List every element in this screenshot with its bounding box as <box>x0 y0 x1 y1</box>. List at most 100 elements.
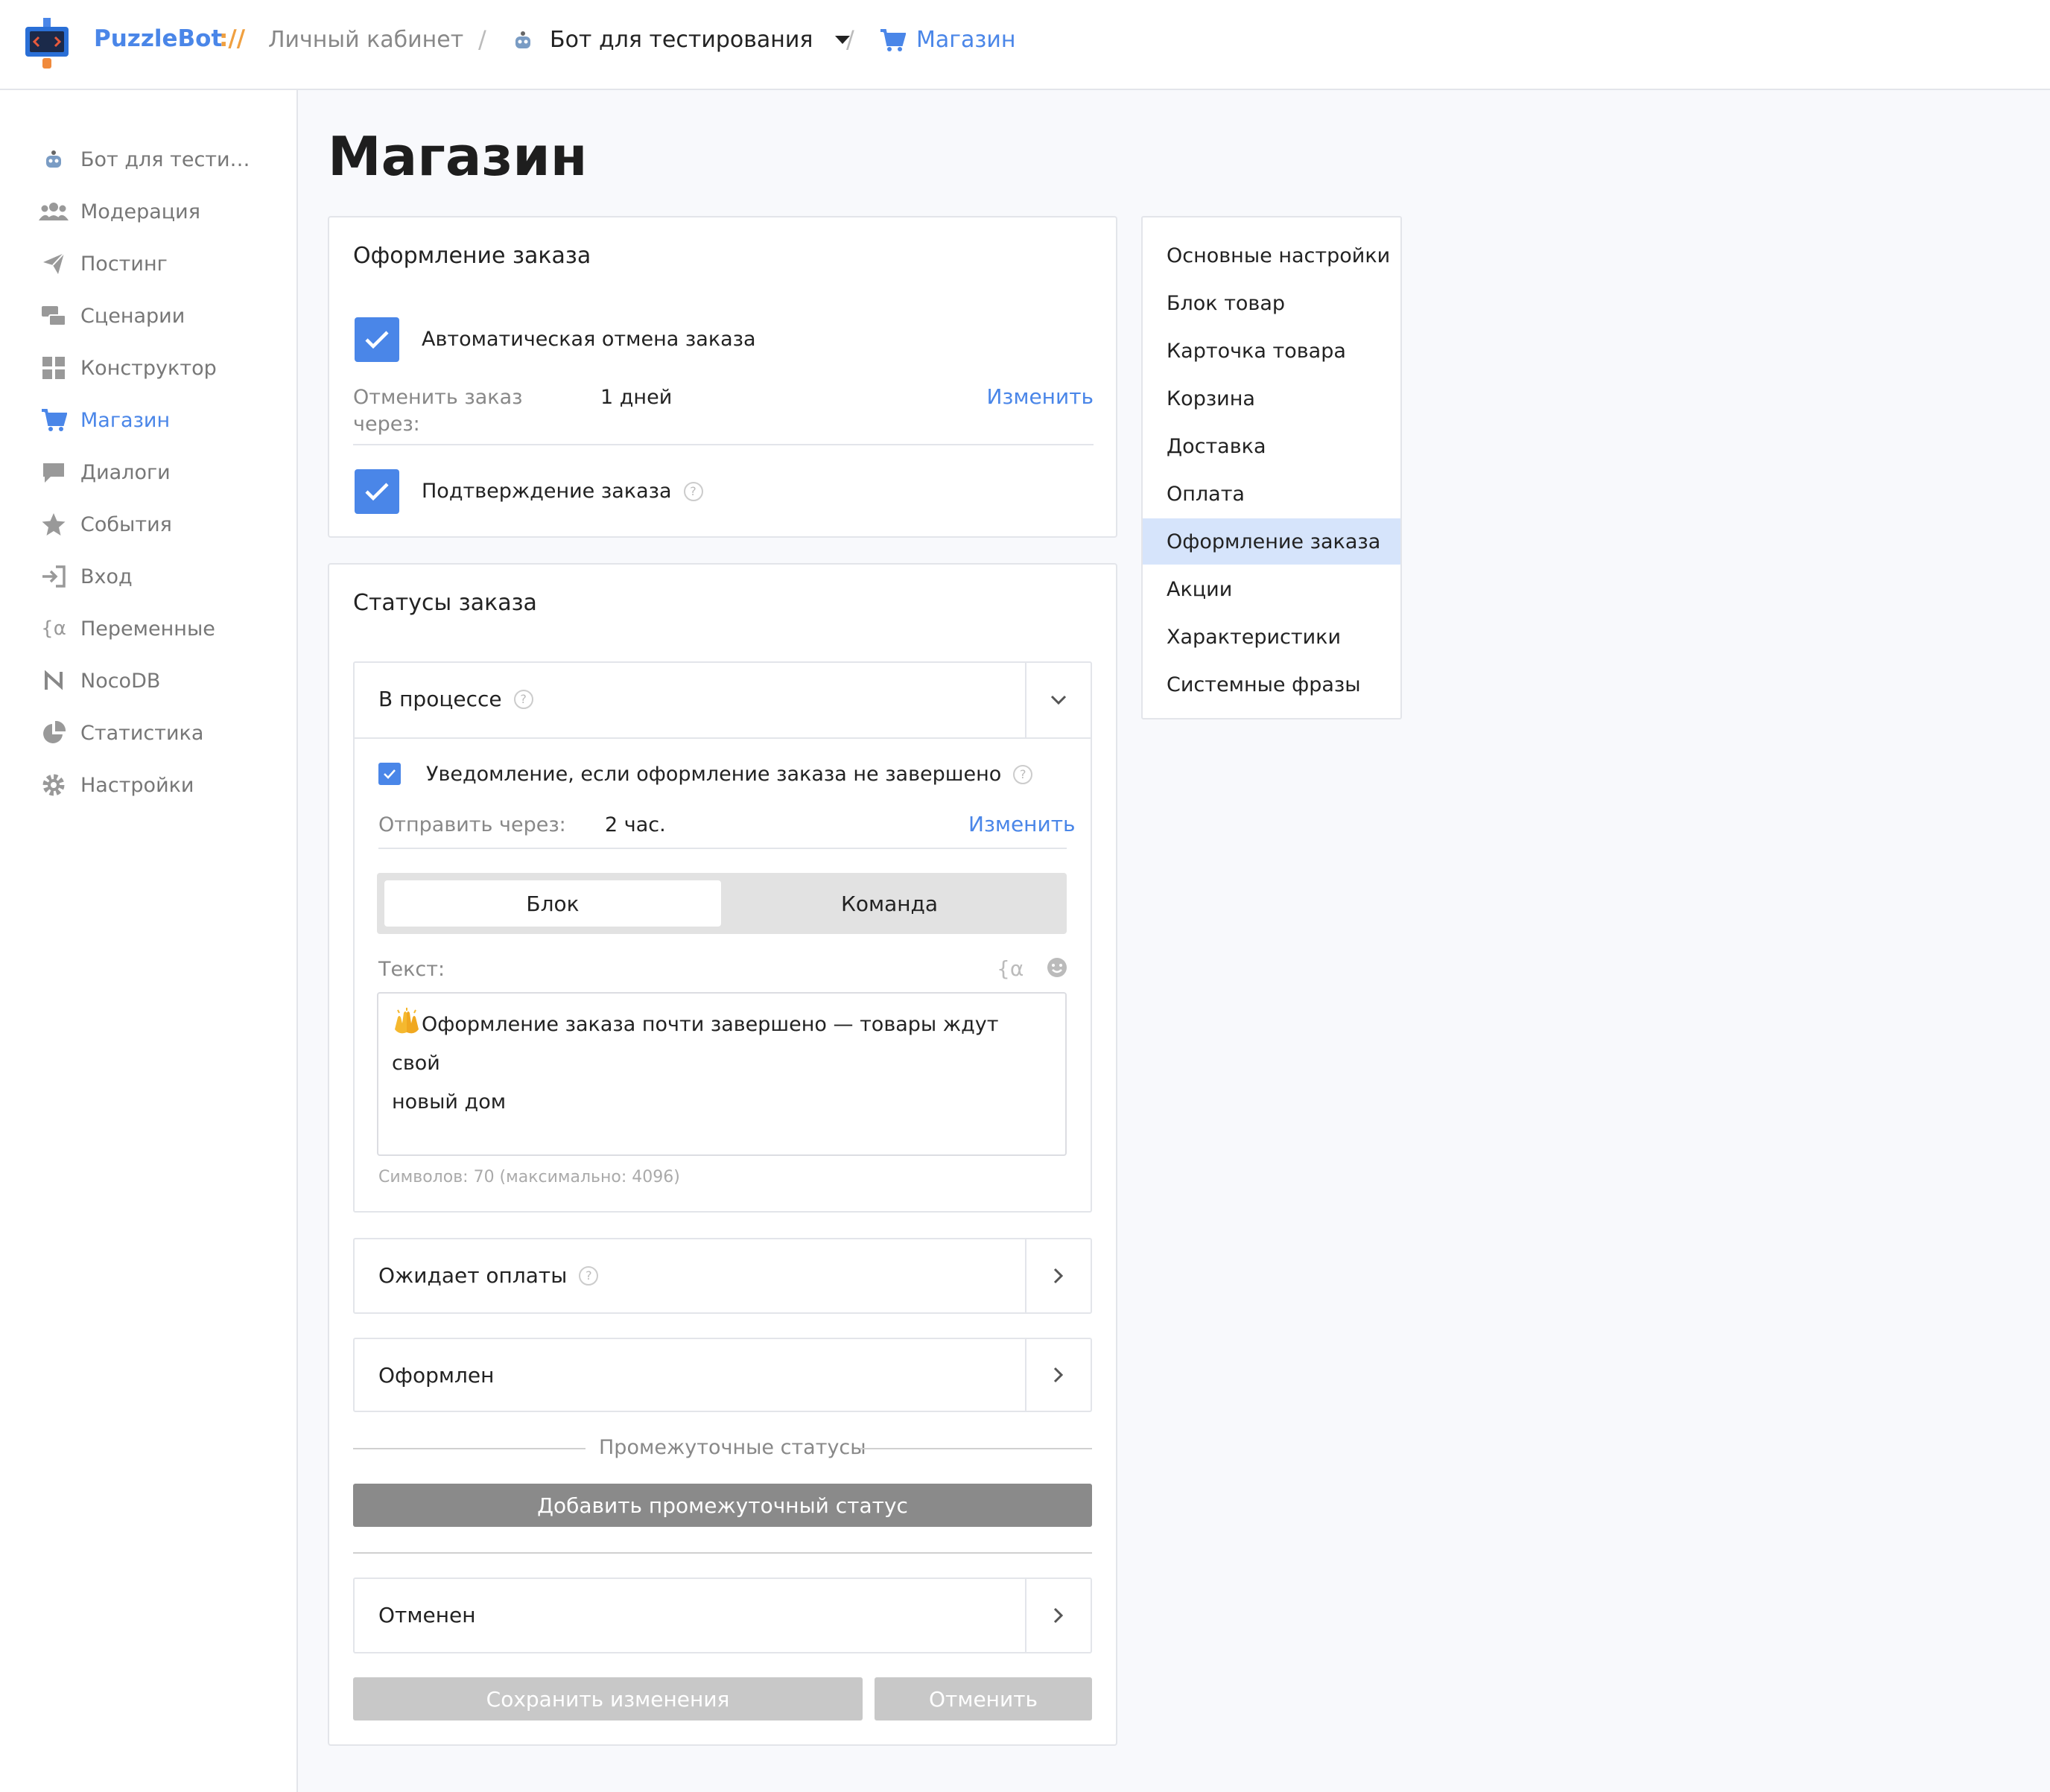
breadcrumb-bot-label: Бот для тестирования <box>550 27 813 53</box>
notify-checkbox[interactable] <box>378 763 401 785</box>
nocodb-icon <box>39 666 69 696</box>
breadcrumb-shop[interactable]: Магазин <box>879 27 1015 53</box>
top-header: PuzzleBot :// Личный кабинет / Бот для т… <box>0 0 2050 90</box>
sidebar-item-settings[interactable]: Настройки <box>39 766 292 804</box>
nav-item-payment[interactable]: Оплата <box>1143 471 1400 517</box>
brand-name[interactable]: PuzzleBot <box>94 25 222 52</box>
auto-cancel-checkbox[interactable] <box>355 317 399 362</box>
change-send-link[interactable]: Изменить <box>968 812 1076 836</box>
sidebar-item-label: Конструктор <box>80 356 217 380</box>
tab-block[interactable]: Блок <box>384 880 721 927</box>
chevron-right-icon <box>1053 1268 1064 1284</box>
auto-cancel-label: Автоматическая отмена заказа <box>422 328 756 351</box>
sidebar-item-statistics[interactable]: Статистика <box>39 714 292 752</box>
sidebar-item-nocodb[interactable]: NocoDB <box>39 662 292 699</box>
robot-icon <box>515 31 530 48</box>
cancel-button[interactable]: Отменить <box>875 1677 1092 1720</box>
scenarios-icon <box>39 301 69 331</box>
sidebar-item-label: События <box>80 512 172 536</box>
sidebar-item-entry[interactable]: Вход <box>39 558 292 595</box>
expand-toggle[interactable] <box>1025 1339 1091 1411</box>
shop-settings-nav: Основные настройки Блок товар Карточка т… <box>1141 216 1402 719</box>
sidebar-item-constructor[interactable]: Конструктор <box>39 349 292 387</box>
sidebar-item-label: Статистика <box>80 721 204 745</box>
nav-item-product-card[interactable]: Карточка товара <box>1143 328 1400 374</box>
robot-icon <box>39 144 69 174</box>
help-icon[interactable]: ? <box>579 1265 599 1286</box>
content-type-switch: Блок Команда <box>377 873 1067 934</box>
nav-item-system-phrases[interactable]: Системные фразы <box>1143 661 1400 708</box>
sidebar-item-dialogs[interactable]: Диалоги <box>39 454 292 491</box>
emoji-picker-icon[interactable] <box>1046 956 1068 979</box>
status-awaiting-payment-panel[interactable]: Ожидает оплаты ? <box>353 1238 1092 1314</box>
confirm-order-checkbox[interactable] <box>355 469 399 514</box>
sidebar-item-label: Переменные <box>80 617 215 641</box>
status-title-row: В процессе ? <box>378 687 533 711</box>
nav-item-promotions[interactable]: Акции <box>1143 566 1400 612</box>
nav-item-product-block[interactable]: Блок товар <box>1143 280 1400 326</box>
divider <box>353 1448 586 1449</box>
checkout-card: Оформление заказа Автоматическая отмена … <box>328 216 1117 538</box>
card-title: Оформление заказа <box>353 243 591 269</box>
status-cancelled-panel[interactable]: Отменен <box>353 1577 1092 1653</box>
notify-row: Уведомление, если оформление заказа не з… <box>426 763 1033 786</box>
text-label: Текст: <box>378 958 445 981</box>
save-button[interactable]: Сохранить изменения <box>353 1677 863 1720</box>
confirm-order-row: Подтверждение заказа ? <box>422 480 703 503</box>
change-cancel-link[interactable]: Изменить <box>987 384 1094 409</box>
pie-chart-icon <box>39 718 69 748</box>
help-icon[interactable]: ? <box>513 689 533 709</box>
sidebar-item-label: Магазин <box>80 408 171 432</box>
nav-item-checkout[interactable]: Оформление заказа <box>1143 518 1400 565</box>
sidebar-item-bot[interactable]: Бот для тести… <box>39 141 292 178</box>
check-icon <box>365 331 389 349</box>
intermediate-statuses-label: Промежуточные статусы <box>599 1436 866 1459</box>
sidebar-item-events[interactable]: События <box>39 506 292 543</box>
cancel-after-value: 1 дней <box>600 386 673 409</box>
sidebar-item-variables[interactable]: {α Переменные <box>39 610 292 647</box>
add-intermediate-status-button[interactable]: Добавить промежуточный статус <box>353 1484 1092 1527</box>
page-title: Магазин <box>328 125 588 188</box>
expand-toggle[interactable] <box>1025 1579 1091 1652</box>
help-icon[interactable]: ? <box>1013 764 1033 784</box>
raising-hands-emoji-icon <box>395 1008 419 1034</box>
expand-toggle[interactable] <box>1025 1239 1091 1312</box>
tab-command[interactable]: Команда <box>721 880 1058 927</box>
sidebar-item-label: NocoDB <box>80 669 161 693</box>
gear-icon <box>39 770 69 800</box>
sidebar-item-scenarios[interactable]: Сценарии <box>39 297 292 334</box>
sidebar-item-posting[interactable]: Постинг <box>39 245 292 282</box>
collapse-toggle[interactable] <box>1025 663 1091 737</box>
breadcrumb-cabinet[interactable]: Личный кабинет <box>268 27 463 53</box>
nav-item-cart[interactable]: Корзина <box>1143 375 1400 422</box>
message-text-area[interactable]: Оформление заказа почти завершено — това… <box>377 992 1067 1156</box>
sidebar-item-label: Вход <box>80 565 133 588</box>
puzzlebot-logo[interactable] <box>22 15 72 70</box>
sidebar: Бот для тести… Модерация Постинг Сценари… <box>0 90 298 1792</box>
divider <box>353 444 1094 445</box>
sidebar-item-shop[interactable]: Магазин <box>39 401 292 439</box>
chevron-right-icon <box>1053 1607 1064 1624</box>
status-title: Оформлен <box>378 1363 495 1388</box>
variable-icon[interactable]: {α <box>997 956 1024 981</box>
status-title-row: Оформлен <box>378 1363 494 1388</box>
sidebar-item-label: Диалоги <box>80 460 171 484</box>
help-icon[interactable]: ? <box>683 481 703 501</box>
brand-separator: :// <box>219 25 246 52</box>
char-counter: Символов: 70 (максимально: 4096) <box>378 1168 680 1186</box>
variable-icon: {α <box>41 617 66 640</box>
breadcrumb-slash: / <box>478 25 486 54</box>
nav-item-characteristics[interactable]: Характеристики <box>1143 614 1400 660</box>
status-in-progress-header[interactable]: В процессе ? <box>355 663 1091 737</box>
nav-item-delivery[interactable]: Доставка <box>1143 423 1400 469</box>
status-title-row: Отменен <box>378 1603 476 1627</box>
cart-icon <box>880 28 906 51</box>
sidebar-item-moderation[interactable]: Модерация <box>39 193 292 230</box>
nav-item-main-settings[interactable]: Основные настройки <box>1143 232 1400 279</box>
cancel-after-label: Отменить заказ через: <box>353 386 523 436</box>
message-text-line2: новый дом <box>392 1090 507 1113</box>
chat-icon <box>39 457 69 487</box>
status-placed-panel[interactable]: Оформлен <box>353 1338 1092 1412</box>
send-after-value: 2 час. <box>605 813 666 836</box>
breadcrumb-bot-selector[interactable]: Бот для тестирования <box>512 27 851 53</box>
